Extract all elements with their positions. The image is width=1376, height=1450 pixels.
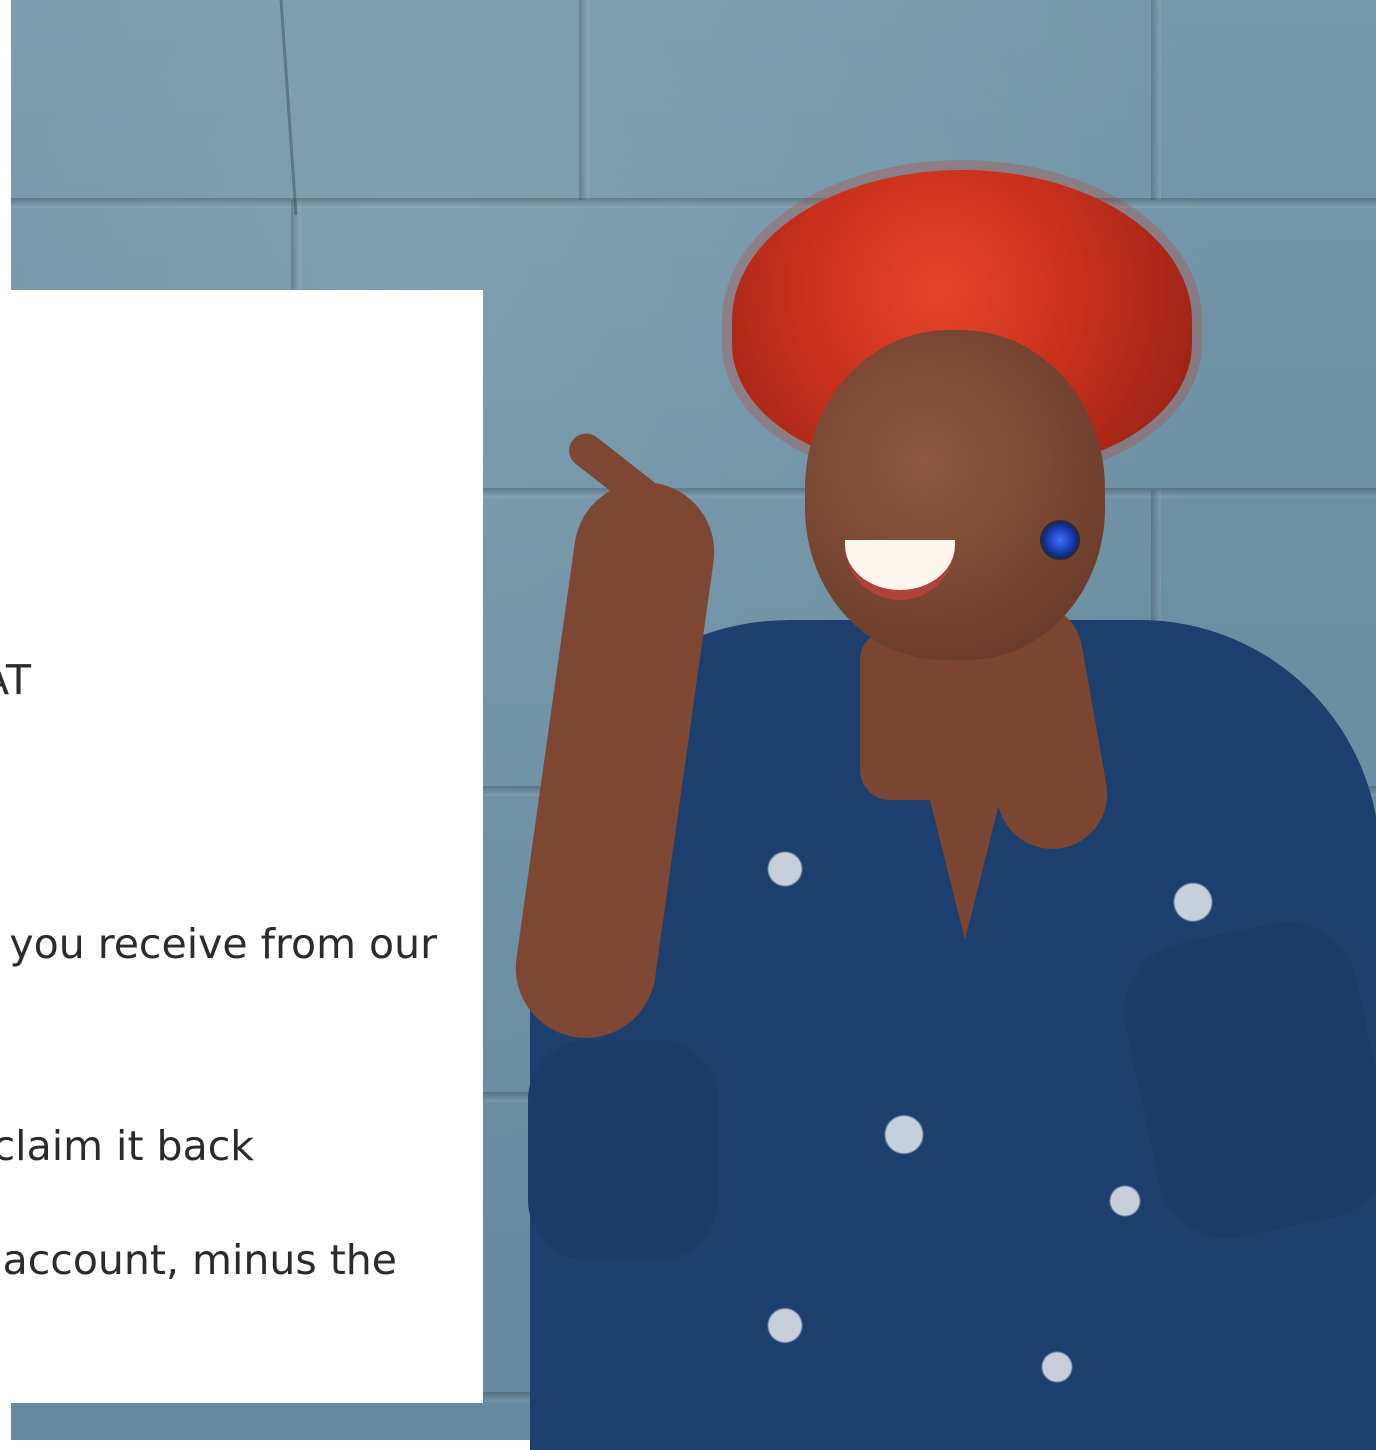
card-text-fragment: claim it back bbox=[0, 1122, 254, 1170]
content-card: AT you receive from our claim it back ac… bbox=[0, 290, 483, 1403]
left-sleeve bbox=[528, 1040, 718, 1260]
card-text-fragment: you receive from our bbox=[9, 920, 437, 968]
smiling-face bbox=[805, 330, 1105, 660]
wall-crack bbox=[279, 0, 298, 215]
wall-mortar-line bbox=[11, 198, 1376, 208]
blue-earring bbox=[1040, 520, 1080, 560]
wall-mortar-joint bbox=[1151, 0, 1161, 200]
card-text-fragment: AT bbox=[0, 656, 31, 704]
wall-mortar-joint bbox=[579, 0, 589, 200]
card-text-fragment: account, minus the bbox=[2, 1236, 397, 1284]
